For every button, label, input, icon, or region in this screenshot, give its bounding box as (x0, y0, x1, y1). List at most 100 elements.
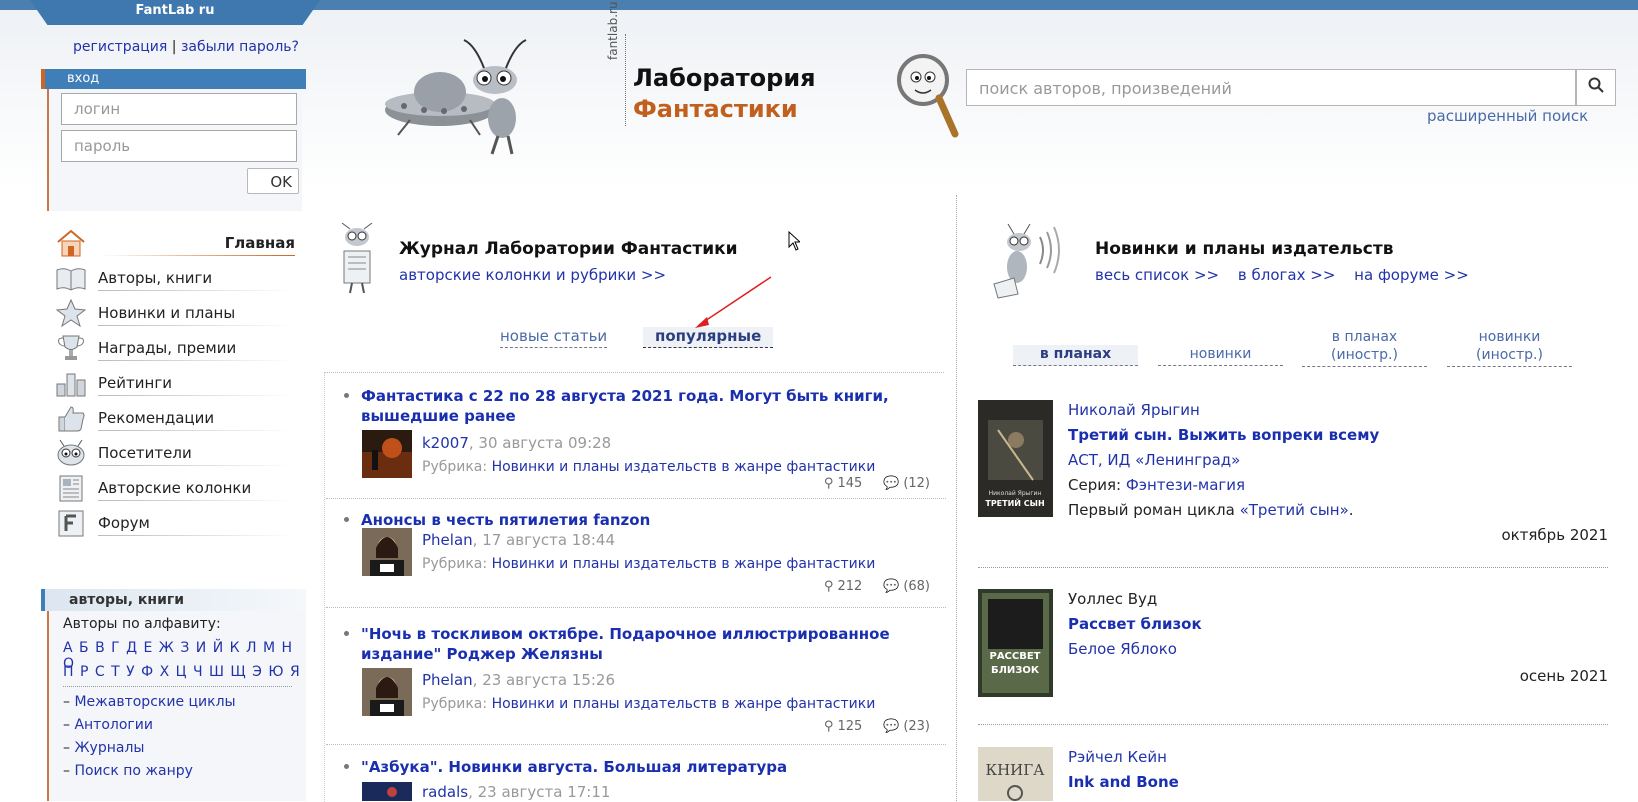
nav-item-authors[interactable]: Авторы, книги (50, 263, 295, 298)
book-title[interactable]: Рассвет близок (1068, 615, 1202, 633)
nav-underline (100, 255, 295, 256)
book-publisher[interactable]: АСТ, ИД «Ленинград» (1068, 451, 1240, 469)
bar-chart-icon (56, 373, 86, 397)
nav-label-authors: Авторы, книги (98, 269, 213, 287)
rubric-link[interactable]: Новинки и планы издательств в жанре фант… (492, 459, 876, 475)
article-meta: k2007, 30 августа 09:28 (422, 434, 612, 452)
nav-item-columns[interactable]: Авторские колонки (50, 473, 295, 508)
article-divider (326, 607, 946, 608)
book-divider (978, 724, 1608, 725)
list-item[interactable]: – Антологии (63, 717, 153, 733)
book-title[interactable]: Третий сын. Выжить вопреки всему (1068, 426, 1379, 444)
series-link[interactable]: Фэнтези-магия (1126, 476, 1245, 494)
book-author[interactable]: Рэйчел Кейн (1068, 748, 1167, 766)
comment-icon[interactable]: 💬 (883, 579, 899, 594)
news-forum-link[interactable]: на форуме >> (1354, 266, 1469, 284)
comment-icon[interactable]: 💬 (883, 719, 899, 734)
comment-icon[interactable]: 💬 (883, 476, 899, 491)
nav-item-recommendations[interactable]: Рекомендации (50, 403, 295, 438)
login-input[interactable]: логин (61, 93, 297, 125)
rubric-link[interactable]: Новинки и планы издательств в жанре фант… (492, 696, 876, 712)
article-thumbnail[interactable] (362, 782, 412, 801)
nav-item-awards[interactable]: Награды, премии (50, 333, 295, 368)
nav-label-new: Новинки и планы (98, 304, 236, 322)
forum-icon (58, 510, 84, 537)
magnifier-alien-icon (897, 54, 959, 138)
book-cover[interactable]: РАССВЕТ БЛИЗОК (978, 589, 1053, 697)
author-link[interactable]: k2007 (422, 434, 469, 452)
tab-popular[interactable]: популярные (643, 327, 774, 348)
main-nav: Главная Авторы, книги Новинки и планы На… (50, 228, 295, 543)
nav-item-forum[interactable]: Форум (50, 508, 295, 543)
site-tab[interactable]: FantLab ru (30, 0, 320, 25)
nav-item-ratings[interactable]: Рейтинги (50, 368, 295, 403)
cycle-link[interactable]: «Третий сын» (1240, 501, 1349, 519)
news-title: Новинки и планы издательств (1095, 239, 1394, 259)
tab-new-articles[interactable]: новые статьи (500, 327, 608, 348)
brand-title-line1[interactable]: Лаборатория (633, 64, 816, 92)
trophy-icon (58, 335, 84, 360)
forgot-password-link[interactable]: забыли пароль? (181, 39, 299, 55)
nav-label-visitors: Посетители (98, 444, 192, 462)
journal-columns-link[interactable]: авторские колонки и рубрики >> (399, 266, 666, 284)
tab-new-books-foreign[interactable]: новинки (иностр.) (1447, 328, 1572, 367)
brand-title-line2[interactable]: Фантастики (633, 95, 798, 123)
tab-in-plans-foreign[interactable]: в планах (иностр.) (1302, 328, 1427, 367)
book-publisher[interactable]: Белое Яблоко (1068, 640, 1177, 658)
article-thumbnail[interactable] (362, 430, 412, 478)
nav-underline (98, 395, 295, 396)
thumb-up-icon (58, 406, 85, 432)
authors-box-divider (63, 686, 292, 687)
svg-text:Николай Ярыгин: Николай Ярыгин (989, 490, 1042, 497)
views-icon: ⚲ (823, 579, 834, 594)
advanced-search-link[interactable]: расширенный поиск (1427, 107, 1588, 125)
book-title[interactable]: Ink and Bone (1068, 773, 1179, 791)
login-ok-button[interactable]: OK (247, 168, 299, 194)
book-cover[interactable]: Николай Ярыгин ТРЕТИЙ СЫН (978, 400, 1053, 517)
article-title[interactable]: "Азбука". Новинки августа. Большая литер… (361, 757, 926, 777)
comments-count[interactable]: (23) (903, 719, 930, 734)
ufo-alien-logo-icon[interactable] (380, 30, 590, 160)
nav-label-columns: Авторские колонки (98, 479, 252, 497)
article-thumbnail[interactable] (362, 528, 412, 576)
views-icon: ⚲ (823, 719, 834, 734)
search-input[interactable]: поиск авторов, произведений (966, 69, 1576, 106)
book-cover[interactable]: КНИГА (978, 747, 1053, 801)
comments-count[interactable]: (68) (903, 579, 930, 594)
author-link[interactable]: radals (422, 783, 468, 801)
tab-new-books[interactable]: новинки (1158, 345, 1283, 366)
book-divider (978, 567, 1608, 568)
article-thumbnail[interactable] (362, 668, 412, 716)
nav-item-new[interactable]: Новинки и планы (50, 298, 295, 333)
nav-item-home[interactable]: Главная (50, 228, 295, 263)
authors-box-body: Авторы по алфавиту: А Б В Г Д Е Ж З И Й … (47, 611, 306, 801)
password-input[interactable]: пароль (61, 130, 297, 162)
article-title[interactable]: "Ночь в тоскливом октябре. Подарочное ил… (361, 624, 926, 664)
register-link[interactable]: регистрация (73, 39, 167, 55)
nav-underline (98, 465, 295, 466)
book-author[interactable]: Николай Ярыгин (1068, 401, 1200, 419)
author-link[interactable]: Phelan (422, 671, 473, 689)
author-link[interactable]: Phelan (422, 531, 473, 549)
list-item[interactable]: – Поиск по жанру (63, 763, 193, 779)
articles-left-border (324, 372, 325, 802)
news-blogs-link[interactable]: в блогах >> (1238, 266, 1335, 284)
svg-text:ТРЕТИЙ СЫН: ТРЕТИЙ СЫН (985, 497, 1044, 508)
tab-in-plans[interactable]: в планах (1013, 345, 1138, 366)
bullet (344, 631, 349, 636)
list-item[interactable]: – Межавторские циклы (63, 694, 236, 710)
nav-underline (98, 325, 295, 326)
comments-count[interactable]: (12) (903, 476, 930, 491)
views-count: 145 (837, 476, 863, 491)
authors-box-header[interactable]: авторы, книги (41, 589, 306, 611)
rubric-link[interactable]: Новинки и планы издательств в жанре фант… (492, 556, 876, 572)
article-title[interactable]: Анонсы в честь пятилетия fanzon (361, 510, 926, 530)
logo-vertical-text: fantlab.ru (606, 1, 620, 60)
article-title[interactable]: Фантастика с 22 по 28 августа 2021 года.… (361, 386, 926, 426)
alphabet-row-2[interactable]: П Р С Т У Ф Х Ц Ч Ш Щ Э Ю Я (63, 664, 301, 680)
red-arrow-annotation (695, 276, 772, 328)
nav-item-visitors[interactable]: Посетители (50, 438, 295, 473)
news-all-link[interactable]: весь список >> (1095, 266, 1219, 284)
search-button[interactable] (1576, 69, 1616, 106)
list-item[interactable]: – Журналы (63, 740, 144, 756)
